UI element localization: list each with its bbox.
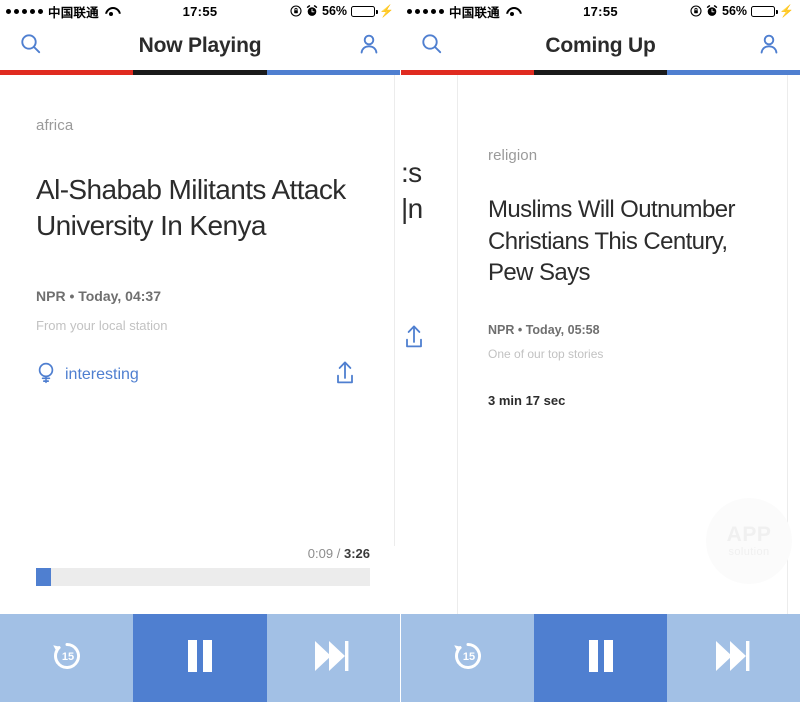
lightning-bolt-icon: ⚡ bbox=[379, 5, 394, 17]
screen-coming-up: 中国联通 17:55 56% ⚡ Comi bbox=[400, 0, 800, 702]
page-title: Coming Up bbox=[545, 34, 655, 58]
progress-track[interactable] bbox=[36, 568, 370, 586]
interesting-tag-button[interactable]: interesting bbox=[36, 361, 139, 390]
dual-screenshot-container: 中国联通 17:55 56% ⚡ Now bbox=[0, 0, 800, 702]
story-kicker: africa bbox=[36, 117, 358, 134]
rewind-15-button[interactable]: 15 bbox=[401, 614, 534, 702]
rotation-lock-icon bbox=[690, 5, 702, 17]
player-controls: 15 bbox=[401, 614, 800, 702]
skip-next-button[interactable] bbox=[667, 614, 800, 702]
rewind-15-button[interactable]: 15 bbox=[0, 614, 133, 702]
playback-time-display: 0:09 / 3:26 bbox=[36, 546, 370, 561]
search-icon bbox=[420, 32, 444, 61]
svg-text:15: 15 bbox=[62, 651, 74, 663]
page-title: Now Playing bbox=[139, 34, 262, 58]
profile-button[interactable] bbox=[752, 29, 786, 63]
pause-icon bbox=[584, 637, 618, 680]
current-time: 0:09 bbox=[308, 546, 333, 561]
status-bar-right: 56% ⚡ bbox=[690, 4, 794, 18]
story-card-next-peek[interactable]: tec B St Sp V NP A b 4 m bbox=[787, 75, 800, 614]
story-card-current[interactable]: religion Muslims Will Outnumber Christia… bbox=[457, 75, 787, 614]
time-separator: / bbox=[337, 546, 341, 561]
screen-now-playing: 中国联通 17:55 56% ⚡ Now bbox=[0, 0, 400, 702]
story-kicker: religion bbox=[488, 147, 757, 164]
pause-icon bbox=[183, 637, 217, 680]
rewind-15-icon: 15 bbox=[44, 633, 90, 684]
pause-button[interactable] bbox=[534, 614, 667, 702]
profile-icon bbox=[757, 32, 781, 61]
battery-percent: 56% bbox=[722, 4, 747, 18]
story-headline: Al-Shabab Militants Attack University In… bbox=[36, 172, 358, 244]
alarm-clock-icon bbox=[306, 5, 318, 17]
progress-fill bbox=[36, 568, 51, 586]
story-headline: Muslims Will Outnumber Christians This C… bbox=[488, 194, 757, 289]
skip-next-button[interactable] bbox=[267, 614, 400, 702]
battery-percent: 56% bbox=[322, 4, 347, 18]
story-subtext: From your local station bbox=[36, 318, 358, 333]
lightbulb-icon bbox=[36, 361, 56, 390]
story-source: NPR • Today, 05:58 bbox=[488, 323, 757, 337]
story-card-previous-tail[interactable]: :s |n bbox=[401, 75, 457, 614]
pause-button[interactable] bbox=[133, 614, 266, 702]
skip-next-icon bbox=[312, 637, 354, 680]
playback-progress-area: 0:09 / 3:26 bbox=[0, 546, 400, 586]
alarm-clock-icon bbox=[706, 5, 718, 17]
status-bar: 中国联通 17:55 56% ⚡ bbox=[0, 0, 400, 22]
story-card-current[interactable]: africa Al-Shabab Militants Attack Univer… bbox=[0, 75, 394, 546]
share-button[interactable] bbox=[332, 359, 358, 392]
share-button-previous[interactable] bbox=[401, 323, 457, 356]
story-card-deck[interactable]: :s |n religion Muslims Will Outnumber Ch… bbox=[401, 75, 800, 614]
share-icon bbox=[332, 374, 358, 391]
search-button[interactable] bbox=[415, 29, 449, 63]
interesting-tag-label: interesting bbox=[65, 366, 139, 384]
story-card-deck[interactable]: africa Al-Shabab Militants Attack Univer… bbox=[0, 75, 400, 546]
status-bar: 中国联通 17:55 56% ⚡ bbox=[401, 0, 800, 22]
nav-bar: Coming Up bbox=[401, 22, 800, 70]
story-action-row: interesting bbox=[36, 359, 358, 392]
profile-icon bbox=[357, 32, 381, 61]
story-source: NPR • Today, 04:37 bbox=[36, 288, 358, 304]
prev-headline-line-1: :s bbox=[401, 155, 457, 191]
profile-button[interactable] bbox=[352, 29, 386, 63]
skip-next-icon bbox=[713, 637, 755, 680]
battery-icon bbox=[351, 6, 375, 17]
player-controls: 15 bbox=[0, 614, 400, 702]
lightning-bolt-icon: ⚡ bbox=[779, 5, 794, 17]
share-icon bbox=[401, 338, 427, 355]
rewind-15-icon: 15 bbox=[445, 633, 491, 684]
battery-icon bbox=[751, 6, 775, 17]
rotation-lock-icon bbox=[290, 5, 302, 17]
story-duration: 3 min 17 sec bbox=[488, 393, 757, 408]
svg-text:15: 15 bbox=[462, 651, 474, 663]
total-time: 3:26 bbox=[344, 546, 370, 561]
status-bar-right: 56% ⚡ bbox=[290, 4, 394, 18]
search-icon bbox=[19, 32, 43, 61]
story-subtext: One of our top stories bbox=[488, 347, 757, 361]
prev-headline-line-2: |n bbox=[401, 191, 457, 227]
nav-bar: Now Playing bbox=[0, 22, 400, 70]
search-button[interactable] bbox=[14, 29, 48, 63]
